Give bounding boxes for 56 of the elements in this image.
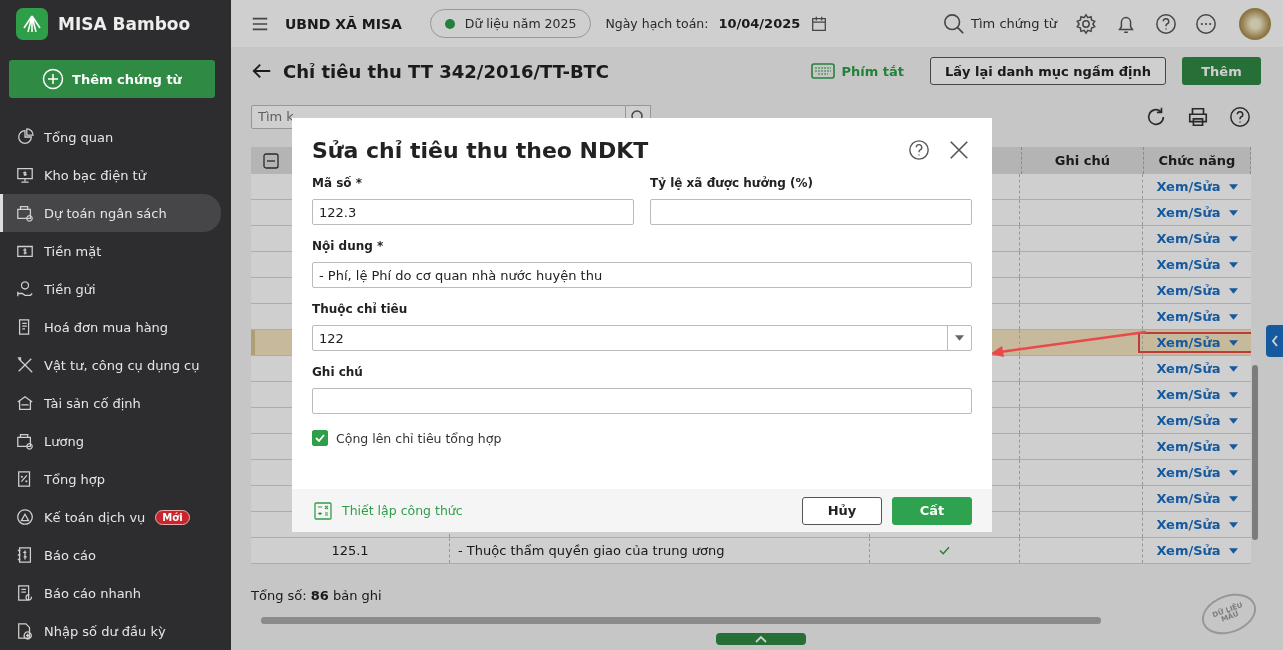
- view-edit-link[interactable]: Xem/Sửa: [1138, 306, 1251, 327]
- table-cell: 125.1: [331, 543, 369, 558]
- sidebar-item[interactable]: Nhập số dư đầu kỳ: [0, 612, 221, 650]
- record-count: Tổng số: 86 bản ghi: [251, 588, 383, 603]
- view-edit-link[interactable]: Xem/Sửa: [1138, 176, 1251, 197]
- sidebar-item[interactable]: Kế toán dịch vụ Mới: [0, 498, 221, 536]
- field-label: Nội dung *: [312, 239, 385, 253]
- sidebar-item[interactable]: Báo cáo nhanh: [0, 574, 221, 612]
- table-row[interactable]: 125.1 - Thuộc thẩm quyền giao của trung ương Xem/Sửa: [251, 538, 1251, 564]
- page-title: Chỉ tiêu thu TT 342/2016/TT-BTC: [283, 60, 610, 82]
- content-input[interactable]: - Phí, lệ Phí do cơ quan nhà nước huyện thu: [312, 262, 972, 288]
- view-edit-link[interactable]: Xem/Sửa: [1138, 228, 1251, 249]
- unit-name: UBND XÃ MISA: [285, 15, 402, 32]
- field-label: Tỷ lệ xã được hưởng (%): [650, 176, 814, 190]
- field-label: Ghi chú: [312, 365, 364, 379]
- voucher-search[interactable]: Tìm chứng từ: [943, 12, 1057, 35]
- view-edit-link[interactable]: Xem/Sửa: [1138, 254, 1251, 275]
- code-input[interactable]: 122.3: [312, 199, 634, 225]
- date-label: Ngày hạch toán:: [605, 16, 709, 31]
- add-button[interactable]: Thêm: [1182, 57, 1261, 85]
- sidebar-item[interactable]: Tổng quan: [0, 118, 221, 156]
- field-label: Thuộc chỉ tiêu: [312, 302, 409, 316]
- sidebar-item[interactable]: Hoá đơn mua hàng: [0, 308, 221, 346]
- view-edit-link[interactable]: Xem/Sửa: [1138, 410, 1251, 431]
- checkbox-label: Cộng lên chỉ tiêu tổng hợp: [336, 430, 502, 446]
- view-edit-link[interactable]: Xem/Sửa: [1138, 540, 1251, 561]
- sidebar-item[interactable]: Báo cáo: [0, 536, 221, 574]
- parent-select[interactable]: 122: [312, 325, 972, 351]
- sidebar-item[interactable]: Tài sản cố định: [0, 384, 221, 422]
- view-edit-link[interactable]: Xem/Sửa: [1138, 436, 1251, 457]
- sidebar-item[interactable]: Dự toán ngân sách: [0, 194, 221, 232]
- cancel-button[interactable]: Hủy: [802, 496, 882, 525]
- view-edit-link[interactable]: Xem/Sửa: [1138, 384, 1251, 405]
- new-badge: Mới: [155, 509, 190, 525]
- column-header: Chức năng: [1158, 153, 1236, 168]
- reset-default-button[interactable]: Lấy lại danh mục ngầm định: [929, 57, 1166, 85]
- posting-date: 10/04/2025: [718, 16, 801, 31]
- view-edit-link[interactable]: Xem/Sửa: [1138, 280, 1251, 301]
- view-edit-link[interactable]: Xem/Sửa: [1138, 462, 1251, 483]
- dialog-title: Sửa chỉ tiêu thu theo NDKT: [312, 137, 650, 163]
- view-edit-link[interactable]: Xem/Sửa: [1138, 358, 1251, 379]
- sidebar-item[interactable]: Kho bạc điện tử: [0, 156, 221, 194]
- view-edit-link[interactable]: Xem/Sửa: [1138, 488, 1251, 509]
- sidebar-item[interactable]: Tổng hợp: [0, 460, 221, 498]
- sidebar-item[interactable]: Vật tư, công cụ dụng cụ: [0, 346, 221, 384]
- view-edit-link[interactable]: Xem/Sửa: [1138, 332, 1251, 353]
- view-edit-link[interactable]: Xem/Sửa: [1138, 514, 1251, 535]
- new-voucher-button[interactable]: Thêm chứng từ: [9, 60, 215, 98]
- column-header: Ghi chú: [1054, 153, 1110, 168]
- app-name: MISA Bamboo: [58, 14, 191, 34]
- table-cell: - Thuộc thẩm quyền giao của trung ương: [458, 543, 725, 558]
- field-label: Mã số *: [312, 176, 364, 190]
- sidebar-item[interactable]: Tiền gửi: [0, 270, 221, 308]
- sidebar-item[interactable]: Tiền mặt: [0, 232, 221, 270]
- view-edit-link[interactable]: Xem/Sửa: [1138, 202, 1251, 223]
- sidebar-item[interactable]: Lương: [0, 422, 221, 460]
